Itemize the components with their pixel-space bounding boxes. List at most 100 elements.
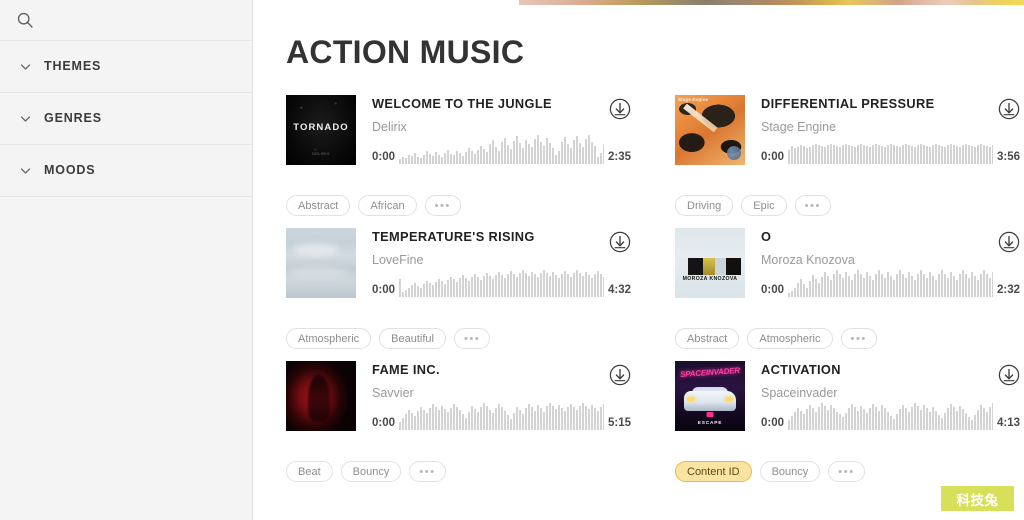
art-filmstrip <box>679 258 741 275</box>
track-duration: 4:13 <box>996 416 1020 429</box>
track-info: WELCOME TO THE JUNGLE Delirix 0:00 2:35 <box>356 95 631 165</box>
track-duration: 2:35 <box>607 150 631 163</box>
download-circle-icon[interactable] <box>998 364 1020 386</box>
sidebar-item-moods[interactable]: MOODS <box>0 145 252 197</box>
track-info: TEMPERATURE'S RISING LoveFine 0:00 4:32 <box>356 228 631 298</box>
track-artist[interactable]: Spaceinvader <box>761 377 1020 400</box>
track-waveform[interactable] <box>399 267 604 297</box>
track-start-time: 0:00 <box>761 283 785 296</box>
album-art[interactable] <box>286 228 356 298</box>
art-figure-head <box>312 375 323 387</box>
track-waveform[interactable] <box>399 400 604 430</box>
track-start-time: 0:00 <box>761 416 785 429</box>
download-circle-icon[interactable] <box>609 231 631 253</box>
track-duration: 5:15 <box>607 416 631 429</box>
track-waveform[interactable] <box>788 134 993 164</box>
track-tag[interactable]: African <box>358 195 417 216</box>
track-tags: Content ID Bouncy ••• <box>675 461 865 482</box>
track-tag[interactable]: Content ID <box>675 461 752 482</box>
track-card: SPACEINVADER ESCAPE ACTIVATION Spaceinvader… <box>675 361 1020 494</box>
track-list: TORNADO DELIRIX WELCOME TO THE JUNGLE Delir… <box>286 95 1021 494</box>
page-title: ACTION MUSIC <box>286 34 525 70</box>
track-card: Stage Engine DIFFERENTIAL PRESSURE Stage E… <box>675 95 1020 228</box>
track-tag[interactable]: Abstract <box>286 195 351 216</box>
search-icon <box>17 12 33 28</box>
track-tag[interactable]: Beat <box>286 461 333 482</box>
more-tags-button[interactable]: ••• <box>453 328 491 349</box>
track-title[interactable]: ACTIVATION <box>761 361 1020 377</box>
track-artist[interactable]: Savvier <box>372 377 631 400</box>
more-tags-button[interactable]: ••• <box>794 195 831 216</box>
more-tags-button[interactable]: ••• <box>828 461 865 482</box>
track-title[interactable]: TEMPERATURE'S RISING <box>372 228 631 244</box>
track-card: FAME INC. Savvier 0:00 5:15 Beat Bouncy ••• <box>286 361 631 494</box>
sidebar: THEMES GENRES MOODS <box>0 0 253 520</box>
track-tag[interactable]: Atmospheric <box>747 328 833 349</box>
art-headlight <box>687 397 695 401</box>
download-circle-icon[interactable] <box>609 98 631 120</box>
album-art-title: SPACEINVADER <box>679 365 741 380</box>
track-tag[interactable]: Bouncy <box>340 461 402 482</box>
track-main-row: SPACEINVADER ESCAPE ACTIVATION Spaceinvader… <box>675 361 1020 436</box>
chevron-down-icon <box>19 112 32 125</box>
track-title[interactable]: DIFFERENTIAL PRESSURE <box>761 95 1020 111</box>
track-tag[interactable]: Epic <box>741 195 787 216</box>
download-circle-icon[interactable] <box>998 231 1020 253</box>
album-art[interactable]: TORNADO DELIRIX <box>286 95 356 165</box>
download-circle-icon[interactable] <box>609 364 631 386</box>
track-artist[interactable]: Delirix <box>372 111 631 134</box>
track-tag[interactable]: Driving <box>675 195 734 216</box>
track-waveform[interactable] <box>788 400 993 430</box>
track-info: ACTIVATION Spaceinvader 0:00 4:13 <box>745 361 1020 431</box>
album-art[interactable]: Stage Engine <box>675 95 745 165</box>
track-tags: Atmospheric Beautiful ••• <box>286 328 491 349</box>
track-tag[interactable]: Beautiful <box>379 328 446 349</box>
track-player: 0:00 5:15 <box>372 400 631 430</box>
track-player: 0:00 4:32 <box>372 267 631 297</box>
track-artist[interactable]: Stage Engine <box>761 111 1020 134</box>
album-art-title: TORNADO <box>293 122 349 134</box>
track-card: MOROZA KNOZOVA O Moroza Knozova 0:00 2:32 Abs… <box>675 228 1020 361</box>
track-tag[interactable]: Bouncy <box>759 461 821 482</box>
track-main-row: MOROZA KNOZOVA O Moroza Knozova 0:00 2:32 <box>675 228 1020 303</box>
track-title[interactable]: WELCOME TO THE JUNGLE <box>372 95 631 111</box>
track-tag[interactable]: Atmospheric <box>286 328 372 349</box>
more-tags-button[interactable]: ••• <box>424 195 461 216</box>
track-player: 0:00 2:35 <box>372 134 631 164</box>
album-art[interactable]: SPACEINVADER ESCAPE <box>675 361 745 431</box>
track-waveform[interactable] <box>399 134 604 164</box>
search-input[interactable] <box>0 0 252 41</box>
download-circle-icon[interactable] <box>998 98 1020 120</box>
track-duration: 3:56 <box>996 150 1020 163</box>
sidebar-item-genres[interactable]: GENRES <box>0 93 252 145</box>
art-cloud <box>287 267 348 278</box>
art-car <box>684 391 736 411</box>
art-cloud <box>293 243 340 257</box>
album-art[interactable] <box>286 361 356 431</box>
sidebar-item-themes[interactable]: THEMES <box>0 41 252 93</box>
track-info: FAME INC. Savvier 0:00 5:15 <box>356 361 631 431</box>
more-tags-button[interactable]: ••• <box>840 328 877 349</box>
art-badge <box>706 412 714 417</box>
art-orb <box>727 146 741 160</box>
track-waveform[interactable] <box>788 267 993 297</box>
more-tags-button[interactable]: ••• <box>409 461 446 482</box>
track-start-time: 0:00 <box>372 416 396 429</box>
track-info: DIFFERENTIAL PRESSURE Stage Engine 0:00 3:5… <box>745 95 1020 165</box>
track-artist[interactable]: LoveFine <box>372 244 631 267</box>
track-title[interactable]: O <box>761 228 1020 244</box>
chevron-down-icon <box>19 60 32 73</box>
track-tags: Driving Epic ••• <box>675 195 831 216</box>
track-main-row: FAME INC. Savvier 0:00 5:15 <box>286 361 631 436</box>
track-artist[interactable]: Moroza Knozova <box>761 244 1020 267</box>
main-content: ACTION MUSIC TORNADO DELIRIX WELCOME TO TH… <box>253 0 1024 520</box>
track-main-row: TEMPERATURE'S RISING LoveFine 0:00 4:32 <box>286 228 631 303</box>
album-art-subtitle: DELIRIX <box>312 152 330 156</box>
track-player: 0:00 3:56 <box>761 134 1020 164</box>
track-start-time: 0:00 <box>372 283 396 296</box>
track-tag[interactable]: Abstract <box>675 328 740 349</box>
track-title[interactable]: FAME INC. <box>372 361 631 377</box>
track-player: 0:00 2:32 <box>761 267 1020 297</box>
album-art[interactable]: MOROZA KNOZOVA <box>675 228 745 298</box>
app-root: THEMES GENRES MOODS ACTION MUSIC TORNADO… <box>0 0 1024 520</box>
